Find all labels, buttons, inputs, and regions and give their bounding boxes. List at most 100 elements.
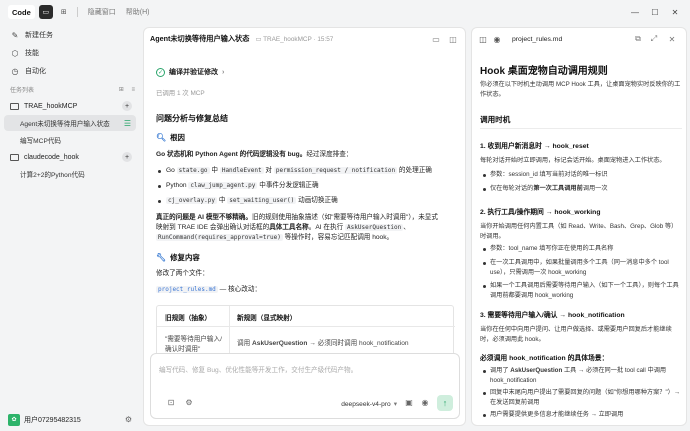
real-problem-line-1: 真正的问题是 AI 模型不够精确。旧的规则使用抽象描述（如"需要等待用户输入时调… (156, 214, 438, 221)
table-header: 新规则（显式映射） (237, 315, 297, 322)
doc-subheading: 3. 需要等待用户输入/确认 → hook_notification (480, 312, 625, 319)
gear-icon[interactable]: ⚙ (125, 415, 132, 424)
task-name: 计算2+2的Python代码 (20, 172, 85, 179)
menu-hide-window[interactable]: 隐藏窗口 (88, 5, 116, 19)
task-name: Agent未切换等待用户输入状态 (20, 121, 110, 128)
task-name: 编写MCP代码 (20, 138, 62, 145)
user-bar[interactable]: ✿ 用户07295482315 ⚙ (0, 408, 140, 431)
project-item[interactable]: claudecode_hook + (4, 149, 136, 165)
table-header: 旧规则（抽象） (165, 315, 212, 322)
copy-icon[interactable]: ⧉ (632, 33, 644, 45)
task-list-title: 任务列表 (10, 88, 35, 94)
add-task-button[interactable]: + (122, 101, 132, 111)
mcp-call-summary[interactable]: 已调用 1 次 MCP (156, 88, 205, 97)
list-item: 调用了 AskUserQuestion 工具 → 必须在同一批 tool cal… (483, 366, 682, 385)
chat-input-placeholder[interactable]: 编写代码、修复 Bug、优化性能等开发工作，交付生产级代码产物。 (159, 364, 357, 374)
app-window: Code ▭ ⊞ 隐藏窗口 帮助(H) — ☐ ✕ ✎ 新建任务 ⬡ 技能 ◷ … (0, 0, 690, 431)
model-selector[interactable]: deepseek-v4-pro ▾ (341, 400, 397, 409)
verify-step[interactable]: ✓ 编译并验证修改 › (156, 67, 224, 77)
chat-input-box[interactable]: 编写代码、修复 Bug、优化性能等开发工作，交付生产级代码产物。 ⊡ ⚙ dee… (150, 353, 460, 419)
table-cell: 确认时调用" (165, 346, 201, 353)
root-cause-intro: Go 状态机和 Python Agent 的代码逻辑没有 bug。经过深度排查： (156, 151, 353, 158)
add-task-button[interactable]: + (122, 152, 132, 162)
chat-header: Agent未切换等待用户输入状态 ▭ TRAE_hookMCP · 15:57 … (144, 28, 465, 50)
eye-icon[interactable]: ◉ (492, 34, 502, 44)
task-item[interactable]: 编写MCP代码 (4, 132, 136, 148)
mic-icon[interactable]: ◉ (419, 396, 431, 408)
skills-icon: ⬡ (11, 48, 19, 58)
table-cell: "需要等待用户输入/ (165, 336, 222, 343)
new-task-icon: ✎ (11, 30, 19, 40)
task-item[interactable]: 计算2+2的Python代码 (4, 166, 136, 182)
list-item: 参数：tool_name 填写你正在使用的工具名称 (483, 244, 682, 254)
doc-paragraph: 当你开始调用任何内置工具（如 Read、Write、Bash、Grep、Glob… (480, 223, 678, 240)
chat-breadcrumb: ▭ TRAE_hookMCP · 15:57 (255, 36, 334, 43)
doc-intro: 你必须在以下时机主动调用 MCP Hook 工具，让桌面宠物实时反映你的工作状态… (480, 81, 681, 98)
doc-subheading: 必须调用 hook_notification 的具体场景： (480, 355, 609, 362)
sidebar-item-new-task[interactable]: ✎ 新建任务 (4, 27, 136, 43)
clock-icon: ◷ (11, 66, 19, 76)
doc-title: Hook 桌面宠物自动调用规则 (480, 66, 608, 77)
monitor-icon[interactable]: ▭ (430, 33, 442, 45)
fix-file-line: project_rules.md — 核心改动： (156, 286, 262, 293)
folder-icon (10, 102, 19, 110)
menu-help[interactable]: 帮助(H) (126, 5, 150, 19)
list-item: 在一次工具调用中，如果批量调用多个工具（同一消息中多个 tool use），只需… (483, 258, 682, 277)
user-name: 用户07295482315 (24, 416, 81, 424)
panel-toggle-icon[interactable]: ◫ (447, 33, 459, 45)
project-name: claudecode_hook (24, 153, 79, 161)
chat-messages: ✓ 编译并验证修改 › 已调用 1 次 MCP 问题分析与修复总结 🔍︎ 根因 … (156, 56, 456, 372)
close-panel-icon[interactable]: ✕ (666, 33, 678, 45)
verify-step-label: 编译并验证修改 (169, 69, 218, 76)
list-item: 如果一个工具调用后需要等待用户输入（如下一个工具），则每个工具调用前都要调用 h… (483, 281, 682, 300)
new-folder-icon[interactable]: ⊞ (119, 87, 124, 93)
wrench-icon: 🔧︎ (156, 253, 167, 262)
sidebar-item-automation[interactable]: ◷ 自动化 (4, 63, 136, 79)
preview-icon[interactable]: ◫ (478, 34, 488, 44)
list-item: 用户需要提供更多信息才能继续任务 → 立即调用 (483, 410, 682, 420)
file-link[interactable]: project_rules.md (156, 286, 218, 293)
settings-sliders-icon[interactable]: ⚙ (183, 396, 195, 408)
task-list-actions: ⊞ ≡ (119, 86, 135, 93)
task-list-icon: ☰ (123, 118, 131, 128)
chevron-down-icon: ▾ (393, 401, 397, 408)
fix-heading: 🔧︎ 修复内容 (156, 253, 200, 262)
doc-content: Hook 桌面宠物自动调用规则 你必须在以下时机主动调用 MCP Hook 工具… (480, 56, 682, 424)
image-icon[interactable]: ▣ (403, 396, 415, 408)
sidebar: ✎ 新建任务 ⬡ 技能 ◷ 自动化 任务列表 ⊞ ≡ TRAE_hookMCP … (0, 24, 140, 431)
sidebar-item-skills[interactable]: ⬡ 技能 (4, 45, 136, 61)
doc-header: ◫ ◉ project_rules.md ⧉ ⤢ ✕ (472, 28, 686, 50)
project-item[interactable]: TRAE_hookMCP + (4, 98, 136, 114)
close-button[interactable]: ✕ (668, 5, 682, 19)
layout-icon[interactable]: ⊞ (57, 5, 71, 19)
doc-subheading: 1. 收到用户新消息时 → hook_reset (480, 143, 589, 150)
sidebar-item-label: 技能 (25, 50, 39, 57)
root-cause-heading: 🔍︎ 根因 (156, 133, 185, 142)
table-cell: 调用 AskUserQuestion → 必须同时调用 hook_notific… (237, 340, 409, 347)
list-item: 回复中末尾向用户提出了需要回复的问题（如"你想用哪种方案？"）→ 在发送回复前调… (483, 389, 681, 406)
check-icon: ✓ (156, 67, 165, 77)
maximize-button[interactable]: ☐ (648, 5, 662, 19)
sidebar-item-label: 新建任务 (25, 32, 53, 39)
ide-toggle-icon[interactable]: ▭ (38, 5, 53, 19)
send-button[interactable]: ↑ (437, 395, 453, 411)
expand-icon[interactable]: ⤢ (648, 33, 660, 45)
list-item: 参数：session_id 填写当前对话的唯一标识 (483, 170, 682, 180)
titlebar-divider (76, 7, 78, 17)
real-problem-line-3: RunCommand(requires_approval=true) 等操作时，… (156, 234, 394, 241)
chevron-right-icon: › (222, 68, 225, 76)
filter-icon[interactable]: ≡ (131, 87, 135, 93)
task-item[interactable]: Agent未切换等待用户输入状态 ☰ (4, 115, 136, 131)
chat-title: Agent未切换等待用户输入状态 (150, 34, 250, 43)
list-item: Python claw_jump_agent.py 中事件分发逻辑正确 (158, 181, 319, 191)
app-mode-label[interactable]: Code (8, 5, 35, 19)
doc-section-heading: 调用时机 (480, 115, 511, 124)
summary-heading: 问题分析与修复总结 (156, 114, 228, 123)
fix-intro: 修改了两个文件： (156, 270, 209, 277)
project-name: TRAE_hookMCP (24, 102, 78, 110)
real-problem-line-2: 映射到 TRAE IDE 会弹出确认对话框的具体工具名称。AI 在执行 AskU… (156, 224, 410, 231)
minimize-button[interactable]: — (628, 5, 642, 19)
attach-icon[interactable]: ⊡ (165, 396, 177, 408)
doc-paragraph: 每轮对话开始时立即调用，标记会话开始。桌面宠物进入工作状态。 (480, 157, 666, 164)
magnifier-icon: 🔍︎ (156, 133, 167, 142)
